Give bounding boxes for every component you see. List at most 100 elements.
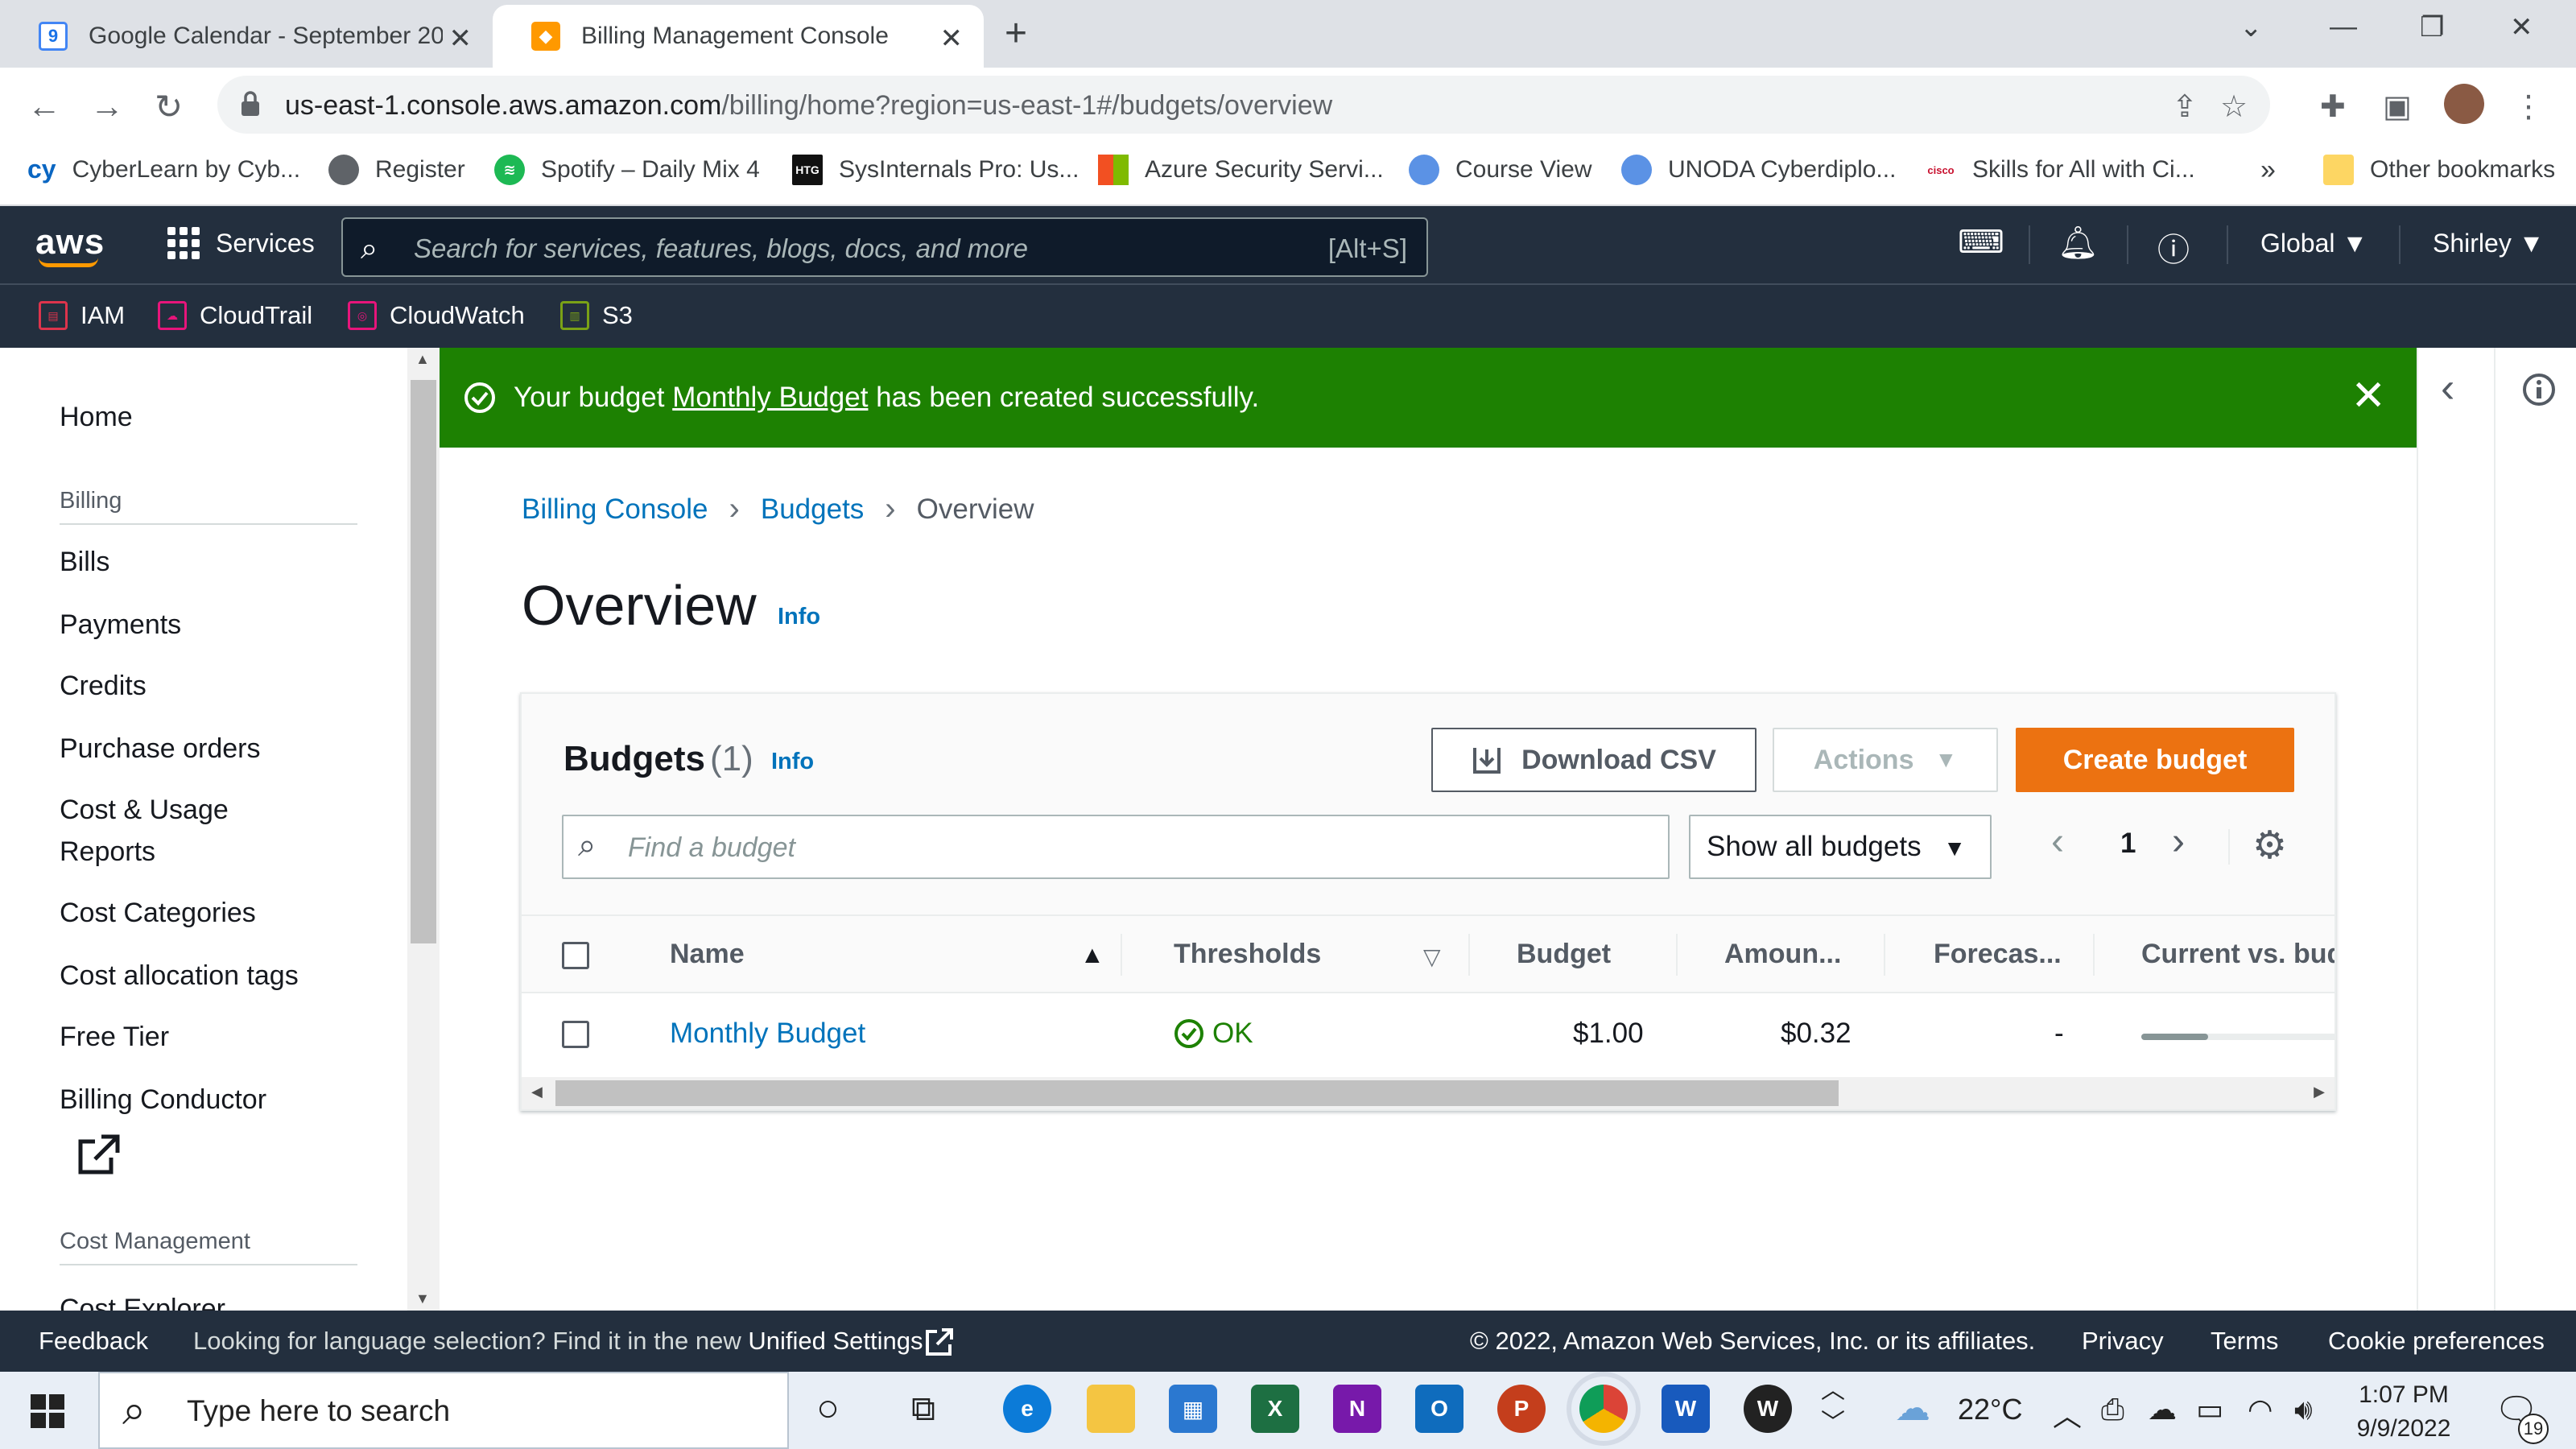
sort-ascending-icon[interactable]: ▲ [1080,942,1104,969]
minimize-icon[interactable]: — [2330,11,2357,43]
word-icon[interactable]: W [1662,1385,1710,1433]
breadcrumb-billing-console[interactable]: Billing Console [522,493,708,526]
nav-cost-usage-reports[interactable]: Cost & Usage Reports [60,789,229,873]
scroll-down-icon[interactable]: ▼ [415,1290,430,1307]
download-csv-button[interactable]: Download CSV [1431,728,1757,792]
favorite-s3[interactable]: ▥ S3 [560,301,633,330]
horizontal-scrollbar[interactable]: ◀ ▶ [522,1077,2334,1109]
back-icon[interactable]: ← [27,87,61,126]
overflow-arrows-icon[interactable]: ︿ ﹀ [1821,1375,1845,1439]
nav-credits[interactable]: Credits [60,665,147,707]
close-window-icon[interactable]: ✕ [2510,11,2533,43]
nav-cost-categories[interactable]: Cost Categories [60,892,256,934]
bookmark-spotify[interactable]: ≋ Spotify – Daily Mix 4 [494,155,760,185]
account-menu[interactable]: Shirley ▼ [2433,229,2544,258]
privacy-link[interactable]: Privacy [2082,1327,2164,1356]
windows-start-icon[interactable] [31,1394,64,1428]
show-hidden-icons-icon[interactable]: ︿ [2053,1393,2082,1435]
info-panel-icon[interactable] [2521,372,2557,407]
nav-payments[interactable]: Payments [60,604,181,646]
breadcrumb-budgets[interactable]: Budgets [761,493,864,526]
close-tab-icon[interactable]: ✕ [940,23,964,55]
info-link[interactable]: Info [778,604,820,630]
wireshark-icon[interactable]: W [1744,1385,1792,1433]
favorite-cloudwatch[interactable]: ◎ CloudWatch [348,301,525,330]
actions-dropdown[interactable]: Actions ▼ [1773,728,1998,792]
bookmark-cyberlearn[interactable]: cy CyberLearn by Cyb... [27,155,300,184]
settings-gear-icon[interactable]: ⚙ [2252,823,2287,868]
region-selector[interactable]: Global ▼ [2260,229,2368,258]
cookie-preferences-link[interactable]: Cookie preferences [2328,1327,2545,1356]
chrome-menu-icon[interactable]: ⋮ [2513,89,2544,125]
microsoft-store-icon[interactable]: ▦ [1169,1385,1217,1433]
nav-billing-conductor[interactable]: Billing Conductor [60,1079,266,1121]
row-checkbox[interactable] [562,1021,589,1048]
taskbar-search-box[interactable]: ⌕ Type here to search [98,1372,789,1449]
external-link-icon[interactable] [924,1327,955,1357]
new-tab-icon[interactable]: + [1005,11,1027,56]
bookmark-star-icon[interactable]: ☆ [2220,89,2248,125]
nav-home[interactable]: Home [60,396,133,438]
collapse-panel-icon[interactable]: ‹ [2441,364,2454,412]
edge-icon[interactable]: e [1003,1385,1051,1433]
onedrive-icon[interactable]: ☁ [2148,1393,2177,1426]
excel-icon[interactable]: X [1251,1385,1299,1433]
scroll-right-icon[interactable]: ▶ [2314,1084,2325,1100]
budget-name-link[interactable]: Monthly Budget [670,1018,865,1050]
nav-bills[interactable]: Bills [60,541,109,583]
powerpoint-icon[interactable]: P [1497,1385,1546,1433]
find-budget-input[interactable] [628,828,1642,868]
terms-link[interactable]: Terms [2211,1327,2278,1356]
services-menu-button[interactable]: Services [167,227,315,259]
file-explorer-icon[interactable] [1087,1385,1135,1433]
budget-link[interactable]: Monthly Budget [672,382,868,413]
clock[interactable]: 1:07 PM 9/9/2022 [2341,1378,2467,1446]
more-bookmarks-icon[interactable]: » [2260,155,2276,186]
restore-icon[interactable]: ❐ [2420,11,2444,43]
notifications-bell-icon[interactable]: 🔔︎ [2058,224,2099,262]
dismiss-icon[interactable]: ✕ [2351,372,2386,420]
nav-free-tier[interactable]: Free Tier [60,1016,169,1058]
filter-select[interactable]: Show all budgets ▼ [1689,815,1992,879]
info-link[interactable]: Info [771,749,814,775]
close-tab-icon[interactable]: ✕ [449,23,473,55]
side-panel-icon[interactable]: ▣ [2383,89,2412,125]
create-budget-button[interactable]: Create budget [2016,728,2294,792]
tab-google-calendar[interactable]: 9 Google Calendar - September 20… ✕ [0,5,493,68]
bookmark-unoda[interactable]: UNODA Cyberdiplo... [1621,155,1896,185]
column-thresholds[interactable]: Thresholds [1174,939,1321,970]
weather-cloud-icon[interactable]: ☁ [1895,1388,1930,1429]
scroll-up-icon[interactable]: ▲ [415,351,430,368]
profile-avatar[interactable] [2444,84,2484,124]
feedback-link[interactable]: Feedback [39,1327,148,1356]
column-budget[interactable]: Budget [1517,939,1611,970]
onenote-icon[interactable]: N [1333,1385,1381,1433]
favorite-cloudtrail[interactable]: ☁ CloudTrail [158,301,312,330]
other-bookmarks[interactable]: Other bookmarks [2323,155,2555,185]
bookmark-sysinternals[interactable]: HTG SysInternals Pro: Us... [792,155,1079,185]
bookmark-register[interactable]: Register [328,155,465,185]
bookmark-cisco-skills[interactable]: cisco Skills for All with Ci... [1926,155,2195,185]
scrollbar-thumb[interactable] [411,380,436,943]
column-forecast[interactable]: Forecas... [1934,939,2062,970]
cloudshell-icon[interactable]: ⌨ [1958,224,2004,261]
bookmark-course-view[interactable]: Course View [1409,155,1592,185]
scrollbar-thumb[interactable] [555,1080,1839,1106]
next-page-icon[interactable]: › [2172,819,2185,864]
sidenav-scrollbar[interactable]: ▲ ▼ [407,348,440,1311]
sort-icon[interactable]: ▽ [1423,943,1441,970]
bookmark-azure-security[interactable]: Azure Security Servi... [1098,155,1384,185]
unified-settings-link[interactable]: Unified Settings [748,1327,923,1355]
extensions-icon[interactable]: ✚ [2320,89,2346,125]
forward-icon[interactable]: → [90,87,124,126]
scroll-left-icon[interactable]: ◀ [531,1084,543,1100]
device-icon[interactable]: ⎙ [2101,1393,2124,1427]
nav-cost-explorer[interactable]: Cost Explorer [60,1288,225,1311]
omnibox[interactable]: us-east-1.console.aws.amazon.com/billing… [217,76,2270,134]
column-name[interactable]: Name [670,939,745,970]
aws-logo[interactable]: aws [35,222,105,262]
wifi-icon[interactable]: ◠ [2248,1393,2273,1426]
cortana-icon[interactable]: ○ [816,1386,840,1430]
tab-billing-console[interactable]: ◆ Billing Management Console ✕ [493,5,984,68]
favorite-iam[interactable]: ▤ IAM [39,301,125,330]
